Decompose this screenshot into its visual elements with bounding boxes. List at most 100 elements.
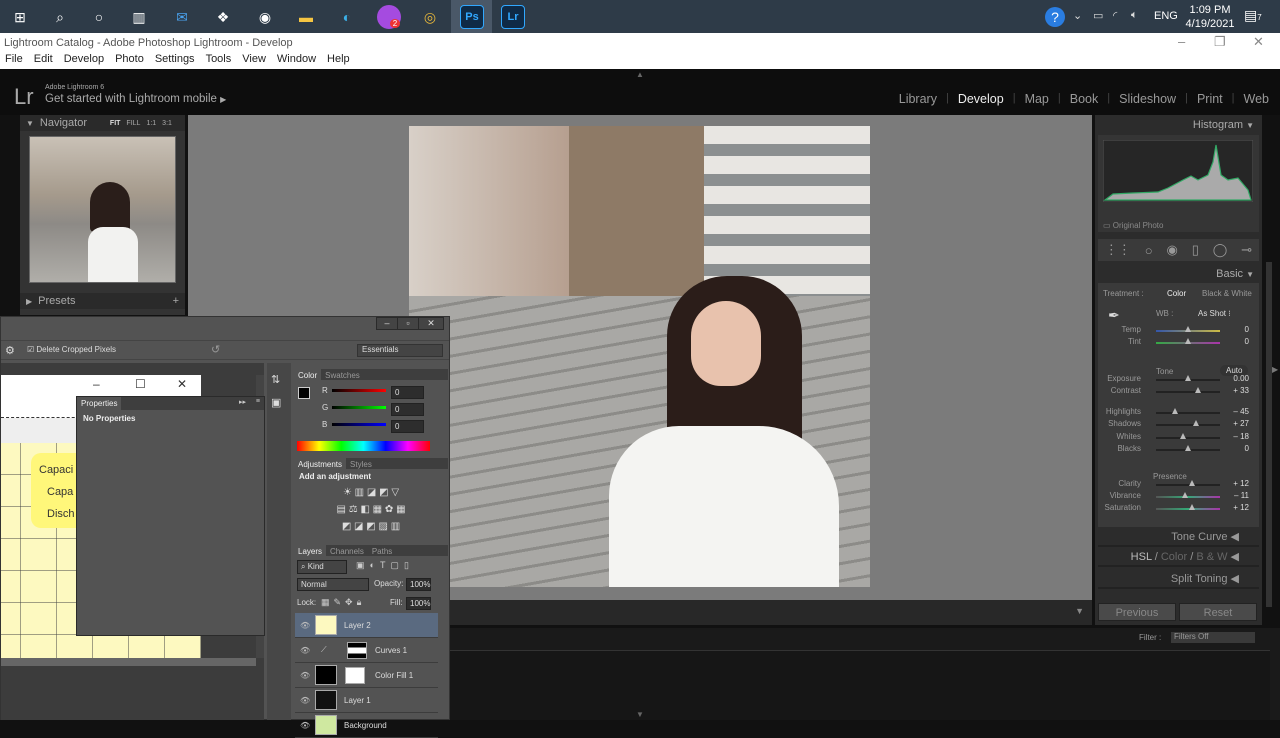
clock[interactable]: 1:09 PM 4/19/2021: [1185, 4, 1235, 30]
slider-track[interactable]: [1156, 496, 1220, 498]
panel-collapse-icon[interactable]: ▸▸: [239, 398, 246, 406]
photoshop-icon[interactable]: Ps: [460, 5, 484, 29]
module-library[interactable]: Library: [899, 92, 937, 106]
slider-thumb[interactable]: [1172, 408, 1179, 414]
treatment-color[interactable]: Color: [1167, 289, 1186, 298]
slider-highlights[interactable]: Highlights – 45: [1098, 406, 1259, 418]
menu-settings[interactable]: Settings: [155, 53, 195, 69]
layer-row[interactable]: 👁︎ Layer 1: [295, 688, 438, 713]
hsl-panel[interactable]: HSL / Color / B & W ◀: [1098, 547, 1259, 567]
filter-select[interactable]: Filters Off: [1171, 632, 1255, 643]
tab-layers[interactable]: Layers: [294, 545, 327, 558]
r-slider[interactable]: [332, 389, 386, 392]
basic-header[interactable]: Basic ▼: [1216, 268, 1254, 280]
module-map[interactable]: Map: [1025, 92, 1049, 106]
adjustment-icons[interactable]: ☀ ▥ ◪ ◩ ▽ ▤ ⚖ ◧ ▦ ✿ ▦ ◩ ◪ ◩ ▨ ▥: [294, 484, 448, 535]
slider-value[interactable]: – 11: [1234, 491, 1249, 500]
histogram-chart[interactable]: [1103, 140, 1253, 202]
help-icon[interactable]: ?: [1045, 7, 1065, 27]
chevron-up-icon[interactable]: ⌄: [1073, 9, 1082, 22]
eye-icon[interactable]: 👁︎: [300, 621, 310, 630]
navigator-preview[interactable]: [29, 136, 176, 283]
menu-edit[interactable]: Edit: [34, 53, 53, 69]
slider-thumb[interactable]: [1185, 338, 1191, 344]
chrome-icon[interactable]: ◎: [418, 5, 442, 29]
task-view-icon[interactable]: ▥: [127, 5, 151, 29]
slider-track[interactable]: [1156, 412, 1220, 414]
menu-tools[interactable]: Tools: [206, 53, 232, 69]
presets-header[interactable]: ▶ Presets +: [20, 293, 185, 309]
r-field[interactable]: 0: [391, 386, 424, 399]
layer-row[interactable]: 👁︎ Layer 2: [295, 613, 438, 638]
panel-menu-icon[interactable]: ≡: [256, 398, 260, 405]
close-button[interactable]: ✕: [1253, 34, 1264, 50]
lock-icons[interactable]: ▦✎✥🔒︎: [321, 597, 365, 608]
menu-help[interactable]: Help: [327, 53, 350, 69]
menu-photo[interactable]: Photo: [115, 53, 144, 69]
slider-value[interactable]: + 12: [1233, 479, 1249, 488]
dropbox-icon[interactable]: ❖: [211, 5, 235, 29]
g-field[interactable]: 0: [391, 403, 424, 416]
slider-whites[interactable]: Whites – 18: [1098, 431, 1259, 443]
slider-clarity[interactable]: Clarity + 12: [1098, 478, 1259, 490]
slider-value[interactable]: + 33: [1233, 386, 1249, 395]
volume-icon[interactable]: 🔈︎: [1131, 9, 1138, 22]
menu-file[interactable]: File: [5, 53, 23, 69]
slider-thumb[interactable]: [1179, 433, 1186, 439]
previous-button[interactable]: Previous: [1098, 603, 1176, 621]
radial-filter-icon[interactable]: ◯: [1213, 242, 1228, 258]
ps-maximize-button[interactable]: ▫: [397, 317, 419, 330]
layer-row[interactable]: 👁︎ Background: [295, 713, 438, 738]
language[interactable]: ENG: [1154, 10, 1178, 22]
slider-track[interactable]: [1156, 437, 1220, 439]
properties-icon[interactable]: ▣: [271, 396, 287, 409]
zoom-3-1[interactable]: 3:1: [162, 120, 172, 127]
collapse-bottom-icon[interactable]: ▼: [636, 710, 644, 719]
slider-blacks[interactable]: Blacks 0: [1098, 443, 1259, 455]
gear-icon[interactable]: ⚙: [5, 344, 15, 357]
slider-value[interactable]: + 12: [1233, 503, 1249, 512]
module-develop[interactable]: Develop: [958, 92, 1004, 106]
menu-develop[interactable]: Develop: [64, 53, 104, 69]
history-icon[interactable]: ⇅: [271, 373, 287, 386]
module-web[interactable]: Web: [1244, 92, 1269, 106]
slider-track[interactable]: [1156, 391, 1220, 393]
layer-row[interactable]: 👁︎ ⟋ Curves 1: [295, 638, 438, 663]
g-slider[interactable]: [332, 406, 386, 409]
slider-thumb[interactable]: [1193, 420, 1200, 426]
slider-tint[interactable]: Tint 0: [1098, 336, 1259, 348]
eye-icon[interactable]: 👁︎: [300, 696, 310, 705]
search-icon[interactable]: ⌕: [48, 5, 72, 29]
slider-value[interactable]: – 18: [1233, 432, 1249, 441]
slider-thumb[interactable]: [1188, 504, 1195, 510]
menu-view[interactable]: View: [242, 53, 266, 69]
slider-thumb[interactable]: [1188, 480, 1195, 486]
split-toning-panel[interactable]: Split Toning ◀: [1098, 569, 1259, 589]
slider-exposure[interactable]: Exposure 0.00: [1098, 373, 1259, 385]
layer-mask[interactable]: [345, 667, 365, 684]
slider-thumb[interactable]: [1185, 445, 1191, 451]
tab-channels[interactable]: Channels: [326, 545, 368, 558]
right-scrollbar[interactable]: [1266, 262, 1272, 607]
lightroom-icon[interactable]: Lr: [501, 5, 525, 29]
b-field[interactable]: 0: [391, 420, 424, 433]
zoom-1-1[interactable]: 1:1: [146, 120, 156, 127]
wb-select[interactable]: As Shot ⁝: [1198, 309, 1231, 318]
wifi-icon[interactable]: ◜: [1113, 9, 1117, 22]
tab-styles[interactable]: Styles: [346, 458, 376, 471]
layer-mask[interactable]: [347, 642, 367, 659]
module-slideshow[interactable]: Slideshow: [1119, 92, 1176, 106]
slider-value[interactable]: – 45: [1233, 407, 1249, 416]
slider-contrast[interactable]: Contrast + 33: [1098, 385, 1259, 397]
edge-icon[interactable]: ◐: [335, 5, 359, 29]
graduated-filter-icon[interactable]: ▯: [1192, 242, 1199, 258]
maximize-button[interactable]: ❐: [1214, 34, 1226, 50]
fill-field[interactable]: 100%: [406, 597, 431, 610]
windows-start-icon[interactable]: ⊞: [8, 5, 32, 29]
add-preset-icon[interactable]: +: [173, 295, 179, 307]
slider-track[interactable]: [1156, 424, 1220, 426]
b-slider[interactable]: [332, 423, 386, 426]
app-icon[interactable]: ◉: [253, 5, 277, 29]
file-explorer-icon[interactable]: ▬: [294, 5, 318, 29]
slider-thumb[interactable]: [1185, 375, 1191, 381]
